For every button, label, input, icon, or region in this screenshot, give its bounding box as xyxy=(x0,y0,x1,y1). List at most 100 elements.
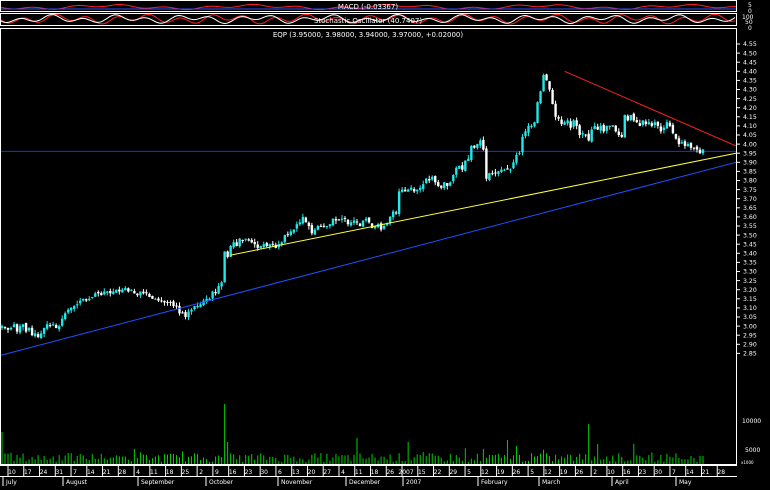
candle-body xyxy=(569,121,572,128)
candle-body xyxy=(289,231,293,236)
candle-body xyxy=(698,149,702,154)
candle-body xyxy=(563,122,566,125)
time-tick-label: 26 xyxy=(513,469,521,476)
candle-body xyxy=(259,246,262,249)
candle-body xyxy=(361,220,365,227)
candle-body xyxy=(286,234,290,236)
candle-body xyxy=(340,218,344,220)
candle-body xyxy=(431,176,434,180)
candle-body xyxy=(124,287,127,291)
candle-body xyxy=(692,147,696,149)
candle-body xyxy=(385,224,389,226)
candle-body xyxy=(437,182,440,186)
candle-body xyxy=(418,187,422,190)
candle-body xyxy=(199,304,202,308)
candle-body xyxy=(0,326,4,328)
candle-body xyxy=(518,153,521,155)
time-tick-label: 12 xyxy=(544,469,552,476)
candle-body xyxy=(539,91,542,104)
support-trend-line xyxy=(230,152,737,256)
candle-body xyxy=(36,334,40,338)
candle-body xyxy=(193,306,196,310)
candle-body xyxy=(214,292,217,294)
price-tick-label: 2.90 xyxy=(743,342,757,349)
candle-body xyxy=(554,103,557,117)
price-tick-label: 4.40 xyxy=(743,69,757,76)
price-tick-label: 3.40 xyxy=(743,251,757,258)
candle-body xyxy=(677,138,681,145)
candle-body xyxy=(331,218,335,226)
candle-body xyxy=(686,144,690,147)
candle-body xyxy=(497,171,500,174)
candle-body xyxy=(12,324,16,328)
time-tick-label: 18 xyxy=(166,469,174,476)
candle-body xyxy=(623,114,626,138)
candle-body xyxy=(196,306,199,308)
candle-body xyxy=(524,131,527,137)
candle-body xyxy=(244,238,247,240)
time-tick-label: 2 xyxy=(199,469,203,476)
candle-body xyxy=(253,242,256,245)
candle-body xyxy=(443,182,446,189)
candle-body xyxy=(103,291,106,295)
candle-body xyxy=(82,298,85,301)
time-tick-label: 31 xyxy=(55,469,63,476)
candle-body xyxy=(30,327,34,336)
time-tick-label: 19 xyxy=(497,469,505,476)
price-tick-label: 3.30 xyxy=(743,269,757,276)
price-tick-label: 4.30 xyxy=(743,87,757,94)
volume-unit: x1000 xyxy=(741,460,754,465)
candle-body xyxy=(148,293,151,297)
price-tick-label: 3.65 xyxy=(743,205,757,212)
price-tick-label: 4.05 xyxy=(743,132,757,139)
candle-body xyxy=(665,122,669,129)
price-axis: 4.55 4.50 4.45 4.40 4.35 4.30 4.25 4.20 4.15 4.10… xyxy=(737,41,757,358)
candle-body xyxy=(184,312,187,317)
candle-body xyxy=(584,134,587,136)
candle-body xyxy=(536,102,539,123)
candle-body xyxy=(15,324,19,332)
time-tick-label: 22 xyxy=(434,469,442,476)
candle-body xyxy=(530,125,533,127)
stoch-scale-0: 0 xyxy=(748,25,752,32)
month-label: July xyxy=(5,479,17,486)
candle-body xyxy=(593,125,596,130)
candle-body xyxy=(470,145,473,160)
candle-body xyxy=(88,298,91,301)
month-label: May xyxy=(679,479,692,486)
candle-body xyxy=(223,251,226,283)
candle-body xyxy=(181,312,184,314)
candle-body xyxy=(79,300,82,304)
candle-body xyxy=(322,225,326,227)
candle-body xyxy=(33,333,37,337)
candle-body xyxy=(190,309,193,312)
candle-body xyxy=(382,226,386,229)
candle-body xyxy=(169,301,172,303)
candle-body xyxy=(500,169,503,172)
price-tick-label: 3.20 xyxy=(743,287,757,294)
price-tick-label: 3.55 xyxy=(743,223,757,230)
time-tick-label: 26 xyxy=(576,469,584,476)
candle-body xyxy=(527,125,530,133)
candle-body xyxy=(349,222,353,226)
time-tick-label: 2007 xyxy=(398,469,413,476)
candle-body xyxy=(157,298,160,301)
candle-body xyxy=(48,325,52,327)
candle-body xyxy=(187,311,190,318)
price-tick-label: 4.20 xyxy=(743,105,757,112)
candle-body xyxy=(409,187,413,190)
price-tick-label: 4.55 xyxy=(743,41,757,48)
volume-tick-5000: 5000 xyxy=(745,447,760,454)
price-tick-label: 2.95 xyxy=(743,332,757,339)
time-tick-label: 30 xyxy=(260,469,268,476)
candle-body xyxy=(689,143,693,148)
candle-body xyxy=(106,291,109,293)
price-tick-label: 4.35 xyxy=(743,78,757,85)
candle-body xyxy=(644,121,648,125)
month-label: March xyxy=(542,479,560,486)
candle-body xyxy=(440,185,443,188)
time-tick-label: 21 xyxy=(103,469,111,476)
time-tick-label: 18 xyxy=(371,469,379,476)
candle-body xyxy=(54,325,58,328)
price-tick-label: 3.95 xyxy=(743,150,757,157)
